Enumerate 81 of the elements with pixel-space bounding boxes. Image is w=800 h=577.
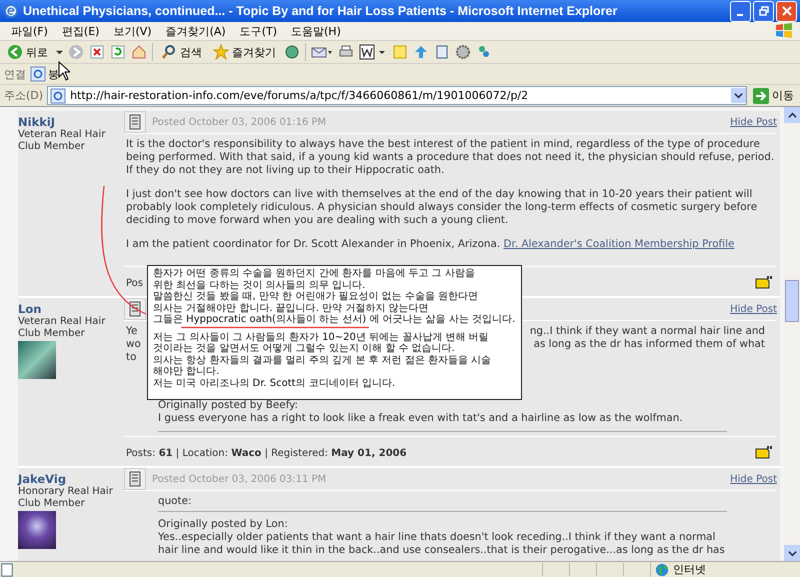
search-button[interactable]: 검색: [158, 44, 205, 60]
signature-text: I am the patient coordinator for Dr. Scott Alexander in Phoenix, Arizona.: [126, 238, 500, 250]
quote-label: quote:: [158, 495, 727, 512]
home-icon[interactable]: [131, 44, 147, 60]
back-button[interactable]: 뒤로: [4, 44, 51, 60]
edit-icon[interactable]: [359, 44, 387, 60]
member-stats: Pos: [126, 278, 144, 289]
window-title: Unethical Physicians, continued... - Topic By and for Hair Loss Patients - Microsoft Internet Explorer: [23, 4, 618, 18]
browser-icon: [3, 3, 19, 19]
menu-item[interactable]: 편집(E): [54, 24, 106, 38]
close-icon: [782, 6, 792, 16]
page-icon: [50, 88, 66, 104]
member-stats: Posts: 61 | Location: Waco | Registered: May 01, 2006: [126, 448, 407, 459]
restore-button[interactable]: [753, 0, 774, 22]
post-text-fragment: as long as the dr has informed them of what: [534, 338, 765, 351]
upload-icon[interactable]: [413, 44, 429, 60]
author-name[interactable]: NikkiJ: [18, 115, 56, 129]
globe-icon: [655, 562, 669, 576]
author-name[interactable]: Lon: [18, 302, 42, 316]
translation-line: 저는 그 의사들이 그 사람들의 환자가 10~20년 뒤에는 꼴사납게 변해 버릴: [153, 332, 490, 343]
post-paragraph: I just don't see how doctors can live with themselves at the end of the day knowing that in 10-20 years their patient will probably look completely ridiculous. A physician should always consider the long-term effects of cosmetic surgery before deciding to move forward when you are dealing with such a young client.: [126, 188, 758, 227]
minimize-icon: [736, 14, 742, 16]
document-icon[interactable]: [434, 44, 450, 60]
links-label: 연결: [4, 66, 26, 82]
refresh-icon[interactable]: [110, 44, 126, 60]
member-rank: Honorary Real Hair Club Member: [18, 486, 114, 509]
quote-author: Originally posted by Beefy:: [158, 399, 300, 412]
quote-text: Yes..especially older patients that want a hair line thats doesn't look receding..I think if they want a normal hair line and would like it thin in the back..and use consealers..that is their perogative...as long as the dr has: [158, 531, 726, 557]
translation-line: 의사는 항상 환자들의 결과를 멀리 주의 깊게 본 후 저런 젊은 환자들을 시술: [153, 354, 492, 366]
quote-author: Originally posted by Lon:: [158, 518, 289, 531]
translation-line: 해야만 합니다.: [153, 366, 220, 378]
member-rank: Veteran Real Hair Club Member: [18, 129, 106, 152]
post-text-fragment: Ye: [126, 325, 138, 338]
hide-post-link[interactable]: Hide Post: [730, 116, 777, 128]
close-button[interactable]: [776, 0, 797, 22]
vertical-scrollbar[interactable]: [784, 107, 800, 561]
translation-line: 의사는 거절해야만 합니다. 끝입니다. 만약 거절하지 않는다면: [153, 302, 430, 314]
translation-line: 환자가 어떤 종류의 수술을 원하던지 간에 환자를 마음에 두고 그 사람을: [153, 268, 476, 280]
menu-item[interactable]: 도움말(H): [284, 24, 348, 38]
post-text-fragment: wo: [126, 338, 141, 351]
gear-icon[interactable]: [455, 44, 471, 60]
translation-line: 것이라는 것을 알면서도 어떻게 그럴수 있는지 이해 할 수 없습니다.: [153, 343, 456, 354]
translation-line: 위한 최선을 다하는 것이 의사들의 의무 입니다.: [153, 280, 366, 291]
translation-line: 그들은 Hyppocratic oath(의사들이 하는 선서) 에 어긋나는 삶을 사는 것입니다.: [153, 314, 516, 326]
translation-line: 말씀한신 것들 봤을 때, 만약 한 어린애가 필요성이 없는 수술을 원한다면: [153, 291, 479, 302]
post-date: Posted October 03, 2006 01:16 PM: [152, 116, 328, 128]
scroll-thumb[interactable]: [785, 280, 799, 322]
dropdown-arrow-icon[interactable]: [56, 48, 63, 56]
link-button[interactable]: 붕: [30, 66, 59, 82]
translation-line: 저는 미국 아리조나의 Dr. Scott의 코디네이터 입니다.: [153, 378, 396, 389]
menu-item[interactable]: 즐겨찾기(A): [158, 24, 233, 38]
post-text-fragment: to: [126, 351, 136, 364]
hide-post-link[interactable]: Hide Post: [730, 474, 777, 484]
author-name[interactable]: JakeVig: [18, 472, 66, 486]
search-icon: [161, 44, 177, 60]
go-arrow-icon: [753, 88, 769, 104]
stop-icon[interactable]: [89, 44, 105, 60]
go-button[interactable]: 이동: [751, 88, 796, 104]
profile-link[interactable]: Dr. Alexander's Coalition Membership Profile: [504, 238, 734, 250]
post-date: Posted October 03, 2006 03:11 PM: [152, 474, 328, 484]
menu-item[interactable]: 보기(V): [106, 24, 159, 38]
hide-post-link[interactable]: Hide Post: [730, 304, 777, 314]
favorites-button[interactable]: 즐겨찾기: [210, 44, 279, 60]
scroll-down-icon[interactable]: [784, 545, 800, 561]
messenger-icon[interactable]: [476, 44, 492, 60]
page-icon: [30, 66, 46, 82]
member-rank: Veteran Real Hair Club Member: [18, 316, 106, 339]
scroll-up-icon[interactable]: [784, 107, 800, 123]
internet-zone-label: 인터넷: [673, 562, 706, 577]
menu-item[interactable]: 도구(T): [232, 24, 284, 38]
quote-text: I guess everyone has a right to look like a freak even with tat's and a hairline as low as the wolfman.: [158, 412, 684, 425]
address-label: 주소(D): [4, 88, 44, 103]
address-field[interactable]: http://hair-restoration-info.com/eve/forums/a/tpc/f/3466060861/m/1901006072/p/2: [47, 86, 747, 105]
media-icon[interactable]: [284, 44, 300, 60]
menu-item[interactable]: 파일(F): [4, 24, 55, 38]
star-icon: [213, 44, 229, 60]
post-paragraph: It is the doctor's responsibility to always have the best interest of the patient in mind, regardless of the type of procedure being performed. With that said, if a young kid wants a procedure that does not need it, the physician should refuse, period. If they do not they are not living up to their Hippocratic oath.: [126, 138, 776, 177]
restore-icon: [758, 6, 768, 16]
post-text-fragment: ng..I think if they want a normal hair line and: [530, 325, 765, 338]
minimize-button[interactable]: [730, 0, 751, 22]
mouse-cursor-icon: [58, 61, 70, 81]
